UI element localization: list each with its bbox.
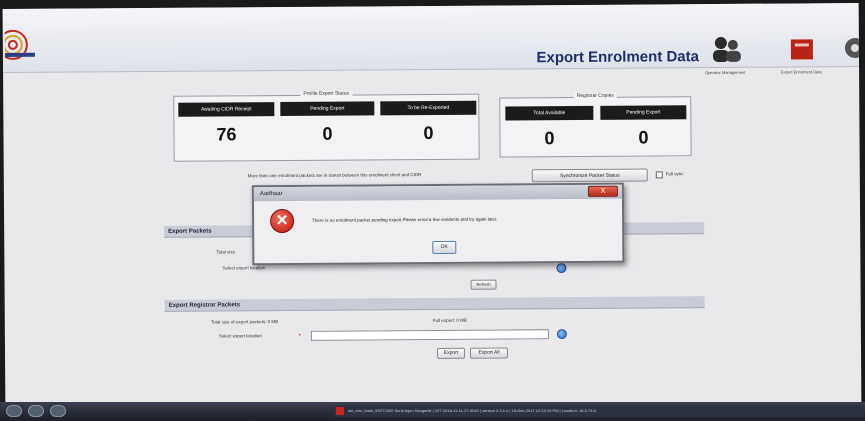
profile-export-status-group: Profile Export Status Awaiting CIDR Rece… (173, 90, 480, 162)
operators-caption: Operator Management (705, 69, 746, 76)
registrar-pending-export-count: 0 (638, 127, 649, 148)
error-icon: ✕ (270, 208, 295, 234)
total-available-count: 0 (544, 128, 555, 149)
export-packets-browse-icon[interactable] (556, 263, 567, 274)
full-sync-checkbox[interactable] (655, 171, 663, 179)
registrar-copies-group: Registrar Copies Total Available Pending… (499, 92, 692, 158)
settings-icon[interactable] (839, 33, 862, 63)
registrar-pending-export-header: Pending Export (600, 105, 687, 120)
taskbar: stn_enc_hosh_9S272300 Sunil Arjun Sangan… (0, 402, 865, 421)
status-strip: stn_enc_hosh_9S272300 Sunil Arjun Sangan… (334, 405, 864, 417)
application-window: Export Enrolment Data Operator Managemen… (2, 3, 862, 409)
registrar-copies-title: Registrar Copies (573, 92, 617, 100)
total-available-header: Total Available (505, 105, 594, 121)
to-be-re-exported-count: 0 (423, 122, 434, 144)
export-packets-location-label: Select export location (222, 265, 266, 271)
export-packets-refresh-button[interactable]: Refresh (470, 279, 497, 290)
awaiting-cidr-count: 76 (216, 124, 237, 145)
required-mark: * (298, 332, 301, 338)
pending-export-count: 0 (322, 123, 333, 144)
pending-export-header: Pending Export (280, 101, 375, 117)
app-header: Export Enrolment Data Operator Managemen… (2, 3, 862, 76)
transit-notice: More than one enrolment packets are in t… (247, 172, 422, 179)
dialog-titlebar[interactable]: Aadhaar (253, 184, 622, 202)
awaiting-cidr-header: Awaiting CIDR Receipt (178, 102, 275, 117)
aadhaar-logo (4, 29, 35, 60)
registrar-packets-section: Export Registrar Packets (164, 296, 705, 312)
page-title: Export Enrolment Data (536, 48, 700, 67)
registrar-total-size: Total size of export packets: 0 MB (210, 319, 279, 325)
registrar-browse-icon[interactable] (556, 329, 567, 340)
export-icon[interactable] (785, 33, 821, 63)
error-dialog: Aadhaar X ✕ There is no enrolment packet… (251, 182, 625, 266)
dialog-close-button[interactable]: X (587, 185, 618, 197)
status-text: stn_enc_hosh_9S272300 Sunil Arjun Sangan… (348, 408, 596, 413)
folder-icon[interactable] (50, 405, 66, 417)
full-sync-label: Full sync (665, 171, 684, 177)
status-badge (336, 407, 344, 415)
export-all-button[interactable]: Export All (469, 347, 509, 359)
export-button[interactable]: Export (436, 347, 466, 359)
registrar-location-input[interactable] (310, 329, 549, 341)
export-caption: Export Enrolment Data (781, 69, 822, 75)
operators-icon[interactable] (709, 34, 745, 64)
profile-export-status-title: Profile Export Status (300, 90, 353, 97)
to-be-re-exported-header: To be Re-Exported (380, 100, 477, 116)
synchronize-packet-status-button[interactable]: Synchronize Packet Status (531, 168, 648, 183)
export-packets-total-label: Total size (216, 249, 236, 255)
dialog-title: Aadhaar (259, 191, 283, 198)
registrar-location-label: Select export location (218, 333, 262, 339)
ok-button[interactable]: OK (432, 240, 457, 254)
dialog-message: There is no enrolment packet pending exp… (312, 216, 498, 223)
browser-icon[interactable] (28, 405, 44, 417)
registrar-full-export: Full export: 0 MB (432, 317, 467, 323)
start-icon[interactable] (6, 405, 22, 417)
